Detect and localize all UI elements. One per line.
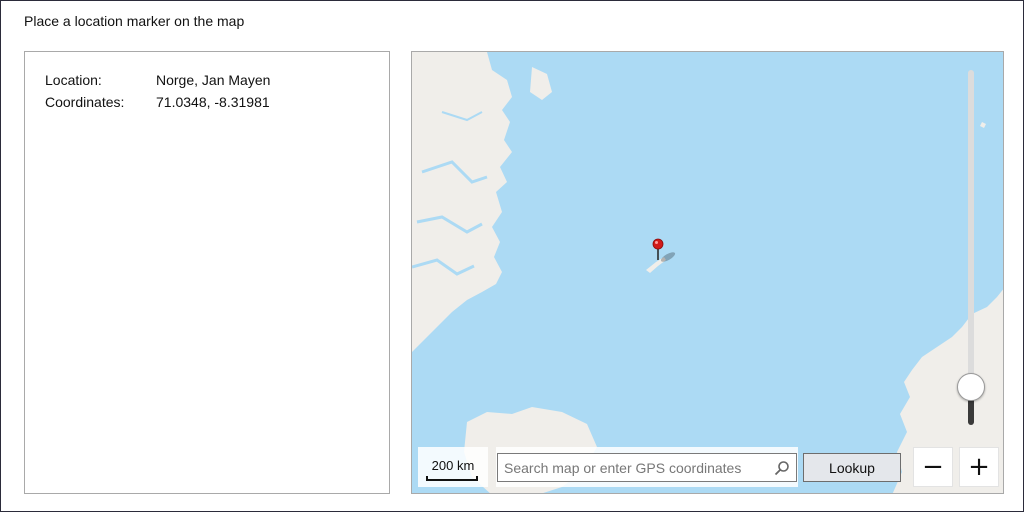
scale-label: 200 km xyxy=(431,458,475,473)
location-value: Norge, Jan Mayen xyxy=(156,72,271,88)
scale-bar xyxy=(426,476,478,481)
map-view[interactable]: 200 km Lookup − + xyxy=(411,51,1004,494)
coordinates-value: 71.0348, -8.31981 xyxy=(156,94,270,110)
coordinates-label: Coordinates: xyxy=(45,94,125,110)
zoom-out-button[interactable]: − xyxy=(913,447,953,487)
lookup-button[interactable]: Lookup xyxy=(803,453,901,482)
location-info-panel: Location: Norge, Jan Mayen Coordinates: … xyxy=(24,51,390,494)
app-window: Place a location marker on the map Locat… xyxy=(0,0,1024,512)
instruction-text: Place a location marker on the map xyxy=(24,13,245,29)
map-land-layer xyxy=(412,52,1003,493)
zoom-slider-track[interactable] xyxy=(968,70,974,425)
zoom-in-button[interactable]: + xyxy=(959,447,999,487)
location-marker-icon[interactable] xyxy=(652,238,684,274)
location-label: Location: xyxy=(45,72,102,88)
map-toolbar: 200 km Lookup − + xyxy=(418,447,999,487)
search-input[interactable] xyxy=(497,453,797,482)
search-icon[interactable] xyxy=(774,460,790,476)
zoom-slider-handle[interactable] xyxy=(957,373,985,401)
scale-indicator: 200 km xyxy=(418,447,488,487)
